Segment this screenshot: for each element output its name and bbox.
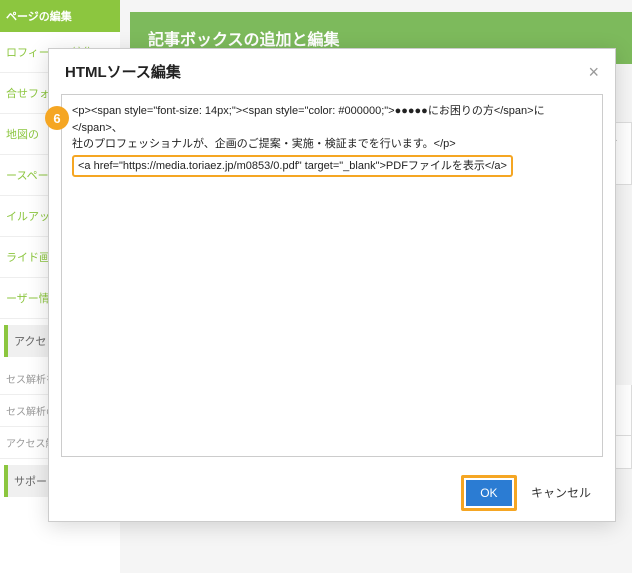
ok-highlight: OK (461, 475, 516, 511)
modal-overlay: HTMLソース編集 × 6 <p><span style="font-size:… (0, 0, 632, 573)
source-line-1b: 社のプロフェッショナルが、企画のご提案・実施・検証までを行います。</p> (72, 138, 456, 150)
html-source-modal: HTMLソース編集 × 6 <p><span style="font-size:… (48, 48, 616, 522)
step-badge-6: 6 (45, 106, 69, 130)
source-line-2-highlight: <a href="https://media.toriaez.jp/m0853/… (72, 155, 513, 178)
ok-button[interactable]: OK (466, 480, 511, 506)
modal-body: 6 <p><span style="font-size: 14px;"><spa… (49, 94, 615, 465)
modal-header: HTMLソース編集 × (49, 49, 615, 94)
source-line-1a: <p><span style="font-size: 14px;"><span … (72, 105, 545, 134)
modal-title: HTMLソース編集 (65, 61, 181, 82)
close-icon[interactable]: × (588, 63, 599, 81)
cancel-button[interactable]: キャンセル (521, 478, 601, 507)
html-source-textarea[interactable]: <p><span style="font-size: 14px;"><span … (61, 94, 603, 457)
modal-footer: OK キャンセル (49, 465, 615, 521)
